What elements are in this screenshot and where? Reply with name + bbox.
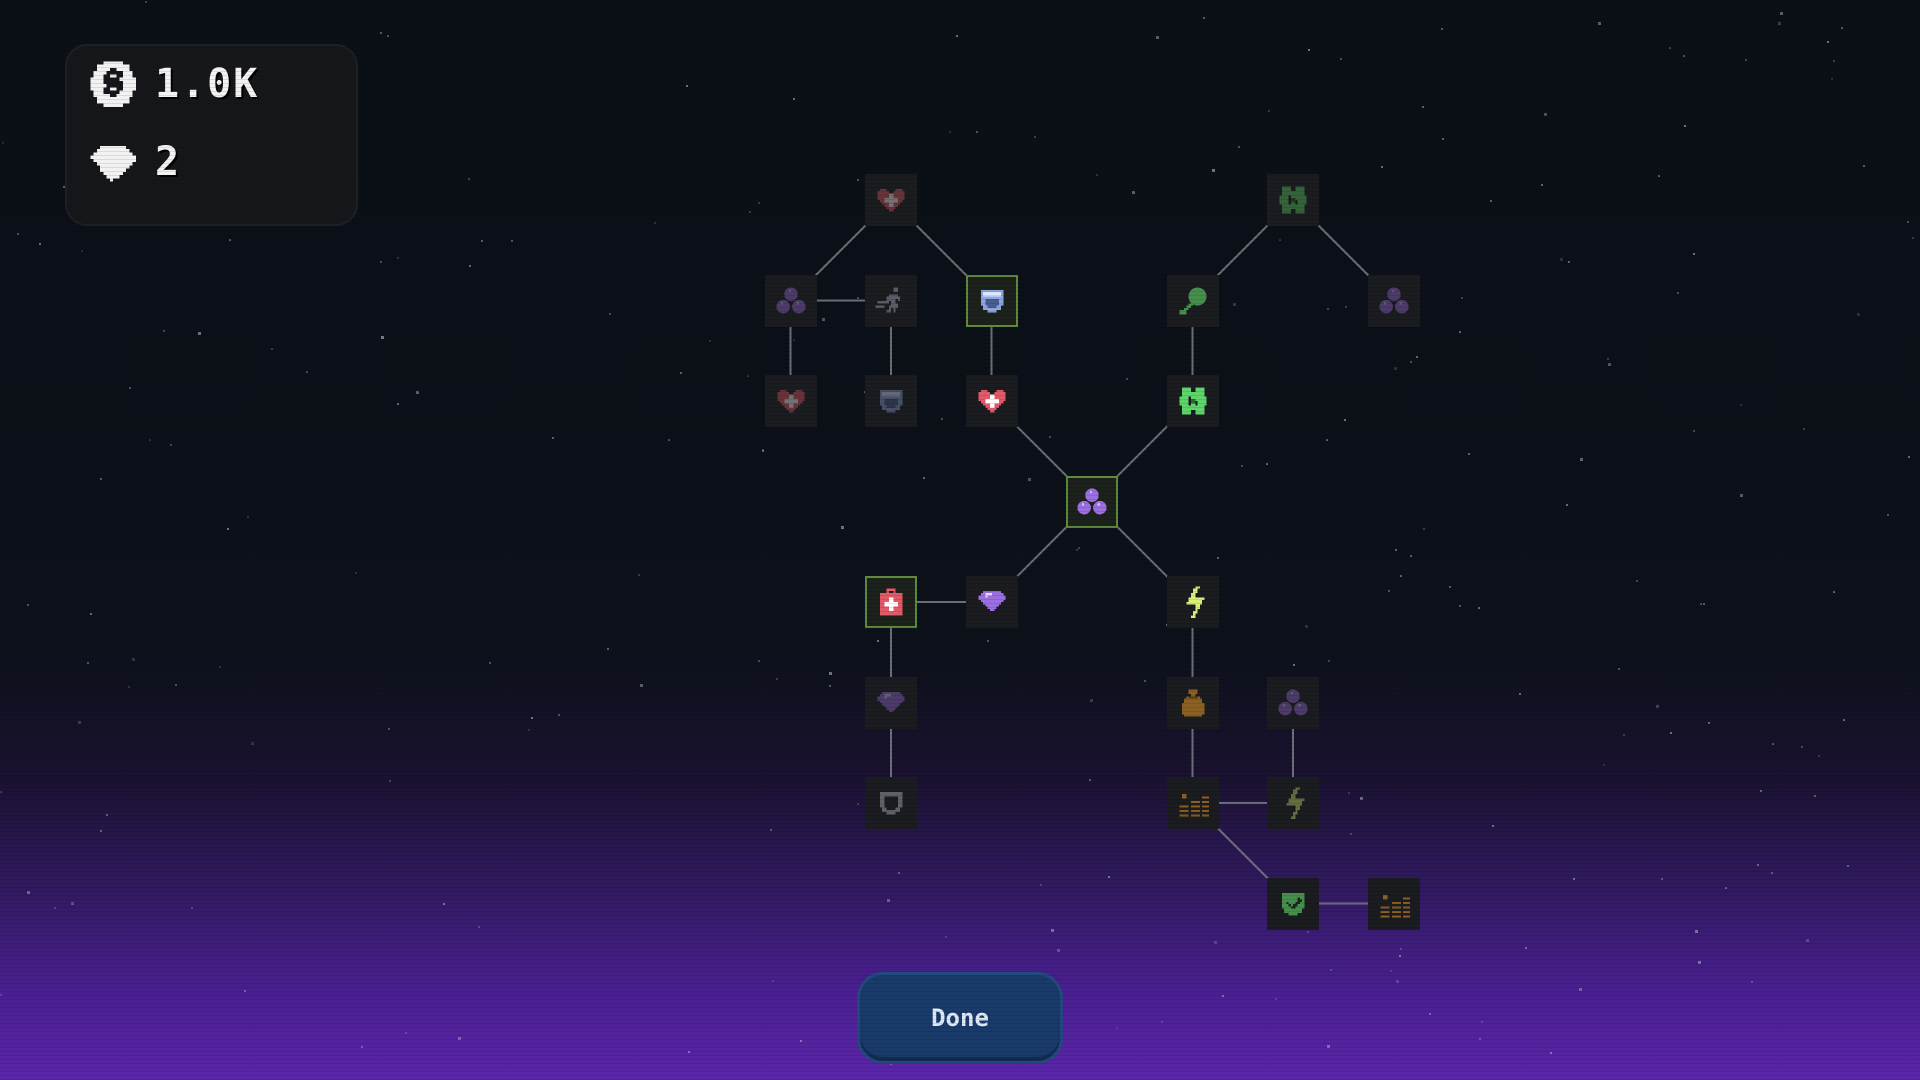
upgrade-node-check-shield[interactable] xyxy=(1267,877,1319,930)
upgrade-node-clover[interactable] xyxy=(1267,174,1319,226)
gem-icon xyxy=(978,590,1005,611)
shield-outline-icon xyxy=(879,791,903,815)
clover-icon xyxy=(1279,186,1307,214)
lightning-icon xyxy=(1185,586,1204,618)
upgrade-node-lightning[interactable] xyxy=(1267,777,1319,829)
orbs-icon xyxy=(1278,689,1308,715)
upgrade-node-orbs[interactable] xyxy=(1066,475,1118,528)
running-figure-icon xyxy=(875,287,900,312)
upgrade-screen: 1.0K 2 Done xyxy=(0,0,1920,1080)
check-shield-icon xyxy=(1281,892,1305,915)
lightning-icon xyxy=(1286,787,1305,819)
upgrade-node-clover[interactable] xyxy=(1166,375,1219,427)
upgrade-node-lightning[interactable] xyxy=(1166,576,1219,628)
upgrade-node-medkit[interactable] xyxy=(865,576,917,628)
heart-icon xyxy=(777,389,804,413)
orbs-icon xyxy=(775,287,806,313)
heart-icon xyxy=(877,188,905,212)
upgrade-node-orbs[interactable] xyxy=(1267,676,1319,729)
heart-icon xyxy=(978,389,1005,413)
upgrade-node-heart[interactable] xyxy=(865,174,917,226)
upgrade-node-gem[interactable] xyxy=(965,576,1018,628)
upgrade-node-coin-stacks[interactable] xyxy=(1367,877,1420,930)
shield-icon xyxy=(879,389,903,413)
upgrade-node-gem[interactable] xyxy=(865,676,917,729)
upgrade-node-heart[interactable] xyxy=(965,375,1018,427)
magnet-icon xyxy=(1179,287,1206,314)
upgrade-node-money-bag[interactable] xyxy=(1166,676,1219,729)
upgrade-node-shield[interactable] xyxy=(965,274,1018,327)
upgrade-node-shield-outline[interactable] xyxy=(865,777,917,829)
orbs-icon xyxy=(1077,488,1107,514)
upgrade-node-orbs[interactable] xyxy=(1367,274,1420,327)
upgrade-node-shield[interactable] xyxy=(865,375,917,427)
orbs-icon xyxy=(1378,287,1409,313)
gem-icon xyxy=(877,691,905,712)
coin-stacks-icon xyxy=(1380,894,1410,917)
upgrade-node-heart[interactable] xyxy=(764,375,817,427)
coin-stacks-icon xyxy=(1179,794,1209,817)
upgrade-tree xyxy=(0,0,1920,1080)
clover-icon xyxy=(1179,387,1206,415)
medkit-icon xyxy=(879,588,903,616)
done-button[interactable]: Done xyxy=(857,972,1063,1064)
money-bag-icon xyxy=(1181,689,1204,716)
upgrade-node-coin-stacks[interactable] xyxy=(1166,777,1219,829)
upgrade-node-orbs[interactable] xyxy=(764,274,817,327)
shield-icon xyxy=(980,289,1003,312)
upgrade-node-magnet[interactable] xyxy=(1166,274,1219,327)
upgrade-node-running-figure[interactable] xyxy=(865,274,917,327)
